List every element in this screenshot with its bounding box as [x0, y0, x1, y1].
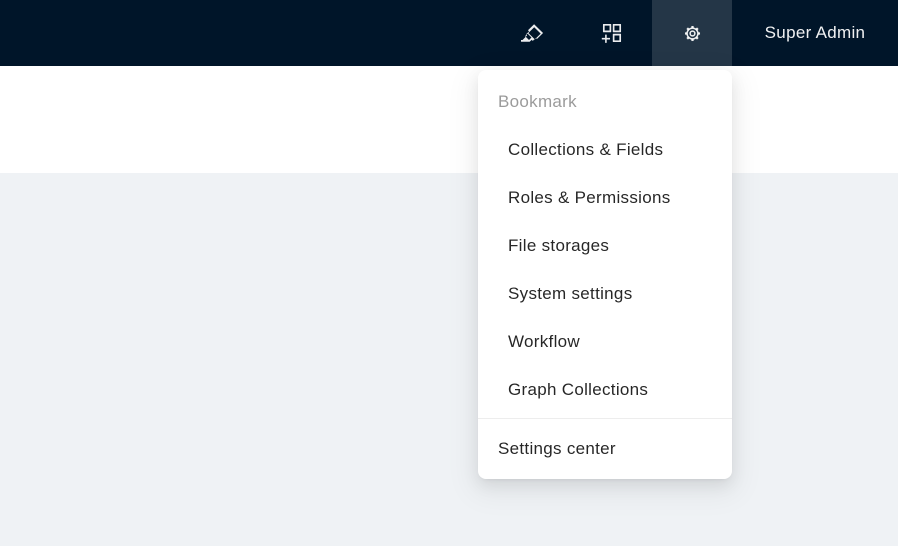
- page-content-area: [0, 173, 898, 546]
- page-header-band: [0, 66, 898, 173]
- menu-item-collections-fields[interactable]: Collections & Fields: [478, 126, 732, 174]
- highlight-button[interactable]: [492, 0, 572, 66]
- menu-item-graph-collections[interactable]: Graph Collections: [478, 366, 732, 414]
- menu-item-system-settings[interactable]: System settings: [478, 270, 732, 318]
- app-screen: Super Admin Bookmark Collections & Field…: [0, 0, 898, 546]
- menu-item-workflow[interactable]: Workflow: [478, 318, 732, 366]
- settings-gear-button[interactable]: [652, 0, 732, 66]
- appstore-add-icon: [601, 22, 623, 44]
- user-name-label: Super Admin: [765, 23, 866, 43]
- menu-item-roles-permissions[interactable]: Roles & Permissions: [478, 174, 732, 222]
- settings-dropdown-menu: Bookmark Collections & Fields Roles & Pe…: [478, 70, 732, 479]
- user-menu-button[interactable]: Super Admin: [732, 0, 898, 66]
- top-header-bar: Super Admin: [0, 0, 898, 66]
- settings-menu-group: Bookmark Collections & Fields Roles & Pe…: [478, 70, 732, 418]
- menu-item-file-storages[interactable]: File storages: [478, 222, 732, 270]
- appstore-add-button[interactable]: [572, 0, 652, 66]
- bookmark-group-title: Bookmark: [478, 78, 732, 126]
- settings-gear-icon: [682, 23, 703, 44]
- highlight-icon: [521, 22, 543, 44]
- menu-item-settings-center[interactable]: Settings center: [478, 419, 732, 479]
